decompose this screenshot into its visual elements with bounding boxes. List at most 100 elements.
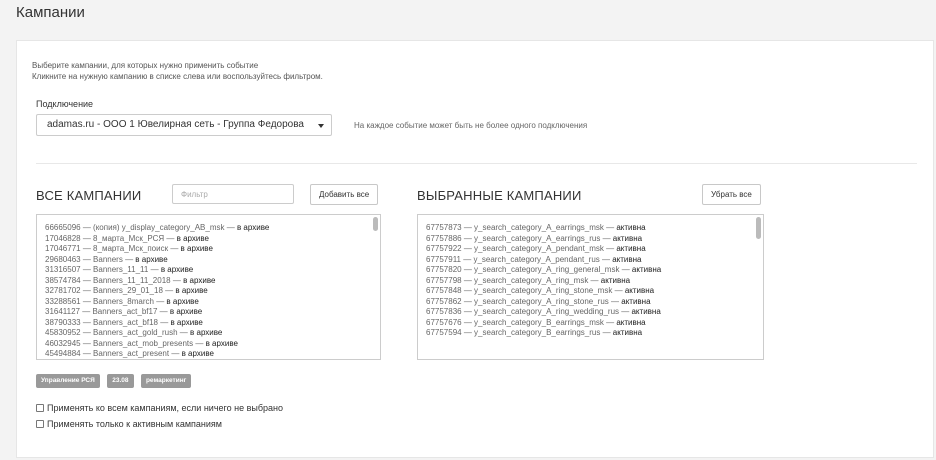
- separator-text: —: [461, 233, 475, 243]
- selected-campaigns-list[interactable]: 67757873 — y_search_category_A_earrings_…: [417, 214, 764, 360]
- separator-text: —: [603, 223, 617, 232]
- campaign-status: в архиве: [205, 338, 238, 348]
- add-all-button[interactable]: Добавить все: [310, 184, 379, 205]
- campaign-id: 17046771: [45, 244, 81, 253]
- campaign-item[interactable]: 38790333 — Banners_act_bf18 — в архиве: [45, 318, 380, 329]
- separator-text: —: [588, 275, 601, 285]
- separator-text: —: [80, 275, 94, 285]
- campaign-name: y_search_category_B_earrings_rus: [474, 328, 601, 337]
- tag-rsya[interactable]: Управление РСЯ: [36, 374, 100, 388]
- campaign-item[interactable]: 67757922 — y_search_category_A_pendant_m…: [426, 244, 763, 255]
- campaign-status: в архиве: [236, 223, 270, 232]
- campaign-item[interactable]: 17046771 — 8_марта_Мск_поиск — в архиве: [45, 244, 380, 255]
- campaign-item[interactable]: 45830952 — Banners_act_gold_rush — в арх…: [45, 328, 380, 339]
- separator-text: —: [461, 286, 475, 295]
- campaign-id: 67757836: [426, 307, 462, 316]
- campaign-item[interactable]: 31316507 — Banners_11_11 — в архиве: [45, 265, 380, 276]
- campaign-id: 67757886: [426, 233, 462, 243]
- campaign-name: y_search_category_A_pendant_msk: [474, 244, 604, 253]
- scrollbar-thumb[interactable]: [373, 217, 378, 231]
- page-title: Кампании: [16, 4, 85, 21]
- campaign-item[interactable]: 67757676 — y_search_category_B_earrings_…: [426, 318, 763, 329]
- campaign-item[interactable]: 67757886 — y_search_category_A_earrings_…: [426, 234, 763, 245]
- campaign-item[interactable]: 67757798 — y_search_category_A_ring_msk …: [426, 276, 763, 287]
- campaign-id: 66665096: [45, 223, 81, 232]
- separator-text: —: [80, 233, 94, 243]
- campaign-id: 67757862: [426, 296, 462, 306]
- separator-text: —: [461, 265, 475, 274]
- connection-select[interactable]: adamas.ru - ООО 1 Ювелирная сеть - Групп…: [36, 114, 332, 136]
- campaign-id: 67757922: [426, 244, 462, 253]
- campaign-item[interactable]: 67757820 — y_search_category_A_ring_gene…: [426, 265, 763, 276]
- campaign-id: 38790333: [45, 317, 81, 327]
- apply-all-checkbox[interactable]: [36, 404, 44, 412]
- campaign-item[interactable]: 46032945 — Banners_act_mob_presents — в …: [45, 339, 380, 350]
- campaign-item[interactable]: 67757862 — y_search_category_A_ring_ston…: [426, 297, 763, 308]
- separator-text: —: [80, 338, 94, 348]
- remove-all-button[interactable]: Убрать все: [702, 184, 761, 205]
- campaign-item[interactable]: 67757911 — y_search_category_A_pendant_r…: [426, 255, 763, 266]
- campaign-item[interactable]: 67757848 — y_search_category_A_ring_ston…: [426, 286, 763, 297]
- campaign-name: (копия) y_display_category_AB_msk: [93, 223, 225, 232]
- campaign-id: 45494884: [45, 349, 81, 358]
- campaigns-panel: Выберите кампании, для которых нужно при…: [16, 40, 934, 458]
- campaign-name: y_search_category_A_ring_stone_rus: [474, 296, 609, 306]
- campaign-item[interactable]: 32781702 — Banners_29_01_18 — в архиве: [45, 286, 380, 297]
- campaign-item[interactable]: 29680463 — Banners — в архиве: [45, 255, 380, 266]
- apply-all-label: Применять ко всем кампаниям, если ничего…: [47, 403, 283, 413]
- separator-text: —: [148, 265, 161, 274]
- separator-text: —: [80, 328, 94, 337]
- campaign-id: 67757798: [426, 275, 462, 285]
- separator-text: —: [461, 307, 475, 316]
- separator-text: —: [80, 286, 94, 295]
- all-campaigns-list[interactable]: 66665096 — (копия) y_display_category_AB…: [36, 214, 381, 360]
- campaign-status: в архиве: [160, 265, 194, 274]
- filter-input[interactable]: [172, 184, 294, 204]
- campaign-status: в архиве: [135, 254, 168, 264]
- campaign-name: y_search_category_B_earrings_msk: [474, 317, 604, 327]
- campaign-item[interactable]: 67757873 — y_search_category_A_earrings_…: [426, 223, 763, 234]
- campaign-item[interactable]: 67757594 — y_search_category_B_earrings_…: [426, 328, 763, 339]
- scrollbar-thumb[interactable]: [756, 217, 761, 239]
- separator-text: —: [461, 317, 475, 327]
- tag-list: Управление РСЯ 23.08 ремаркетинг: [36, 369, 194, 388]
- campaign-id: 17046828: [45, 233, 81, 243]
- campaign-status: активна: [631, 307, 661, 316]
- campaign-name: Banners_11_11: [93, 265, 149, 274]
- campaign-name: 8_марта_Мск_РСЯ: [93, 233, 165, 243]
- campaign-id: 67757873: [426, 223, 462, 232]
- active-only-checkbox[interactable]: [36, 420, 44, 428]
- campaign-name: Banners_11_11_2018: [93, 275, 171, 285]
- campaign-id: 31641127: [45, 307, 80, 316]
- campaign-id: 38574784: [45, 275, 81, 285]
- separator-text: —: [461, 244, 475, 253]
- campaign-item[interactable]: 33288561 — Banners_8march — в архиве: [45, 297, 380, 308]
- separator-text: —: [80, 244, 94, 253]
- active-only-option[interactable]: Применять только к активным кампаниям: [36, 419, 222, 429]
- campaign-item[interactable]: 38574784 — Banners_11_11_2018 — в архиве: [45, 276, 380, 287]
- tag-remarketing[interactable]: ремаркетинг: [140, 374, 192, 388]
- campaign-item[interactable]: 17046828 — 8_марта_Мск_РСЯ — в архиве: [45, 234, 380, 245]
- campaign-status: активна: [600, 275, 631, 285]
- campaign-item[interactable]: 45494884 — Banners_act_present — в архив…: [45, 349, 380, 359]
- campaign-id: 33288561: [45, 296, 81, 306]
- campaign-name: y_search_category_A_ring_stone_msk: [474, 286, 613, 295]
- separator-text: —: [80, 296, 94, 306]
- campaign-item[interactable]: 67757836 — y_search_category_A_ring_wedd…: [426, 307, 763, 318]
- separator-text: —: [170, 275, 184, 285]
- tag-date[interactable]: 23.08: [107, 374, 134, 388]
- all-campaigns-items: 66665096 — (копия) y_display_category_AB…: [37, 215, 380, 359]
- campaign-status: в архиве: [181, 349, 214, 358]
- campaign-name: Banners_act_gold_rush: [93, 328, 178, 337]
- campaign-name: Banners_8march: [93, 296, 154, 306]
- active-only-label: Применять только к активным кампаниям: [47, 419, 222, 429]
- separator-text: —: [177, 328, 191, 337]
- campaign-id: 29680463: [45, 254, 81, 264]
- campaign-status: в архиве: [169, 307, 203, 316]
- campaign-name: y_search_category_A_ring_wedding_rus: [474, 307, 620, 316]
- separator-text: —: [619, 307, 632, 316]
- campaign-name: Banners_act_bf17: [92, 307, 158, 316]
- apply-all-option[interactable]: Применять ко всем кампаниям, если ничего…: [36, 403, 283, 413]
- campaign-item[interactable]: 66665096 — (копия) y_display_category_AB…: [45, 223, 380, 234]
- campaign-item[interactable]: 31641127 — Banners_act_bf17 — в архиве: [45, 307, 380, 318]
